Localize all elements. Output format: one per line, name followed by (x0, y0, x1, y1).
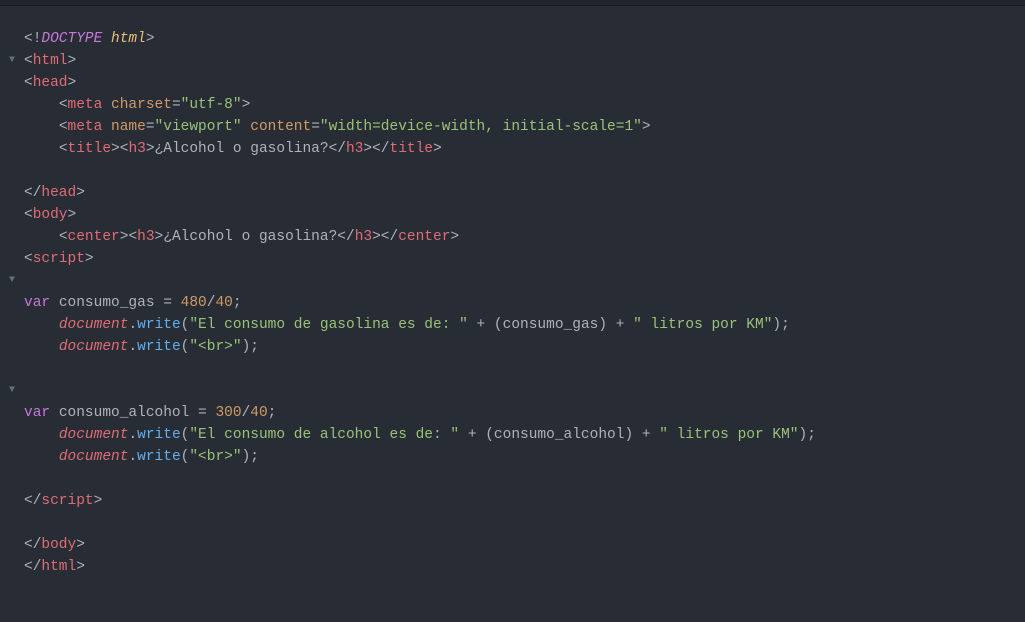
str-utf8: "utf-8" (181, 97, 242, 113)
str-gasmsg: "El consumo de gasolina es de: " (189, 317, 467, 333)
tag-body-open: body (33, 207, 68, 223)
var-consumo-alcohol: consumo_alcohol (59, 405, 190, 421)
tag-title-close: title (390, 141, 434, 157)
fold-gutter: ▼ ▼ ▼ (0, 6, 24, 588)
num-40b: 40 (250, 405, 267, 421)
tag-html-close: html (41, 559, 76, 575)
func-write4: write (137, 449, 181, 465)
num-480: 480 (181, 295, 207, 311)
func-write1: write (137, 317, 181, 333)
attr-content: content (250, 119, 311, 135)
code-editor[interactable]: ▼ ▼ ▼ <!DOCTYPE html> <html> <head> <met… (0, 6, 1025, 588)
fold-arrow-gas[interactable]: ▼ (0, 270, 24, 292)
tag-h3-open1: h3 (128, 141, 145, 157)
fold-arrow-head[interactable]: ▼ (0, 50, 24, 72)
fold-arrow-alc[interactable]: ▼ (0, 380, 24, 402)
attr-charset: charset (111, 97, 172, 113)
doctype-open: <! (24, 31, 41, 47)
tag-script-open: script (33, 251, 85, 267)
chevron-down-icon: ▼ (9, 275, 15, 286)
tag-meta1: meta (68, 97, 103, 113)
func-write2: write (137, 339, 181, 355)
code-area[interactable]: <!DOCTYPE html> <html> <head> <meta char… (24, 6, 1025, 588)
fold-arrow-line1[interactable] (0, 6, 24, 28)
doctype-keyword: DOCTYPE (41, 31, 102, 47)
obj-document1: document (59, 317, 129, 333)
chevron-down-icon: ▼ (9, 55, 15, 66)
kw-var1: var (24, 295, 50, 311)
code-text[interactable]: <!DOCTYPE html> <html> <head> <meta char… (24, 28, 1025, 578)
str-viewport: "viewport" (155, 119, 242, 135)
attr-name: name (111, 119, 146, 135)
var-consumo-alcohol-use: consumo_alcohol (494, 427, 625, 443)
tag-head-close: head (41, 185, 76, 201)
obj-document2: document (59, 339, 129, 355)
obj-document3: document (59, 427, 129, 443)
str-br2: "<br>" (189, 449, 241, 465)
var-consumo-gas-use: consumo_gas (503, 317, 599, 333)
num-40a: 40 (215, 295, 232, 311)
chevron-down-icon: ▼ (9, 385, 15, 396)
tag-h3-close1: h3 (346, 141, 363, 157)
fold-arrow-line2[interactable] (0, 28, 24, 50)
tag-title-open: title (68, 141, 112, 157)
kw-var2: var (24, 405, 50, 421)
str-alcmsg: "El consumo de alcohol es de: " (189, 427, 459, 443)
tag-script-close: script (41, 493, 93, 509)
str-contentval: "width=device-width, initial-scale=1" (320, 119, 642, 135)
center-text: ¿Alcohol o gasolina? (163, 229, 337, 245)
var-consumo-gas: consumo_gas (59, 295, 155, 311)
func-write3: write (137, 427, 181, 443)
str-br1: "<br>" (189, 339, 241, 355)
title-text: ¿Alcohol o gasolina? (155, 141, 329, 157)
tag-html-open: html (33, 53, 68, 69)
str-litros1: " litros por KM" (633, 317, 772, 333)
num-300: 300 (215, 405, 241, 421)
tag-head-open: head (33, 75, 68, 91)
obj-document4: document (59, 449, 129, 465)
tag-center-open: center (68, 229, 120, 245)
tag-h3-close2: h3 (355, 229, 372, 245)
tag-h3-open2: h3 (137, 229, 154, 245)
doctype-value: html (111, 31, 146, 47)
tag-center-close: center (398, 229, 450, 245)
tag-body-close: body (41, 537, 76, 553)
str-litros2: " litros por KM" (659, 427, 798, 443)
tag-meta2: meta (68, 119, 103, 135)
